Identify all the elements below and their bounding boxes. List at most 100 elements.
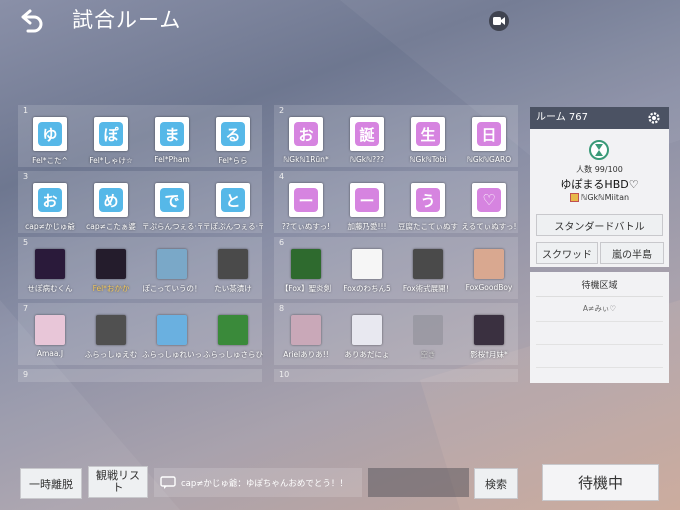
mode-button[interactable]: スタンダードバトル (536, 214, 663, 236)
chat-bar[interactable]: cap≠かじゅ爺：ゆぽちゃんおめでとう！！ (154, 468, 362, 497)
team-panel: 7 Amaa.J ふらっしゅえむふらっしゅれいっふらっしゅさらひめ (18, 303, 263, 365)
avatar: う (411, 183, 445, 217)
player-name: Foxのわちん5 (343, 284, 391, 293)
player-slot[interactable]: ♡ えるてぃぬすっ! (459, 183, 519, 232)
avatar: め (94, 183, 128, 217)
back-button[interactable] (16, 8, 46, 34)
player-name: 加藤乃愛!!! (347, 222, 387, 231)
player-slot[interactable]: 影桜†月妹* (459, 315, 519, 360)
player-slot[interactable]: ー加藤乃愛!!! (337, 183, 397, 232)
player-slot[interactable]: ふらっしゅれいっ (142, 315, 202, 360)
player-name: ふらっしゅさらひめ (203, 350, 263, 359)
player-name: Fel*おかか (92, 284, 130, 293)
squad-button[interactable]: スクワッド (536, 242, 598, 264)
avatar-character: 誕 (355, 122, 379, 146)
avatar: ま (155, 117, 189, 151)
player-slot[interactable]: ふらっしゅさらひめ (203, 315, 263, 360)
player-slot[interactable]: Fox術式展開！ (398, 249, 458, 294)
player-slot[interactable]: 誕 ℕGkℕ??? (337, 117, 397, 164)
player-slot[interactable]: FoxGoodBoy (459, 249, 519, 292)
host-name: ℕGkℕMiitan (580, 193, 630, 202)
team-number: 10 (279, 370, 290, 379)
player-slot[interactable]: め cap≠こたぁ婆 (81, 183, 141, 232)
player-slot[interactable]: る Fel*らら (203, 117, 263, 166)
team-panel: 5 せぽ病むくん Fel*おかか ぽこっていうの！ たい茶漬け (18, 237, 262, 299)
leave-button[interactable]: 一時離脱 (20, 468, 82, 499)
player-slot[interactable]: 【Fox】聖炎剣 (276, 249, 336, 294)
player-slot[interactable]: ふらっしゅえむ (81, 315, 141, 360)
player-name: Fel*しゃけ☆ (89, 156, 133, 165)
record-button[interactable] (489, 11, 509, 31)
avatar-character: め (99, 188, 123, 212)
team-number: 1 (23, 106, 29, 115)
ready-button[interactable]: 待機中 (542, 464, 659, 501)
avatar: と (216, 183, 250, 217)
avatar: ぽ (94, 117, 128, 151)
player-slot[interactable]: う豆腐たこてぃぬすっ! (398, 183, 458, 232)
chat-message: cap≠かじゅ爺：ゆぽちゃんおめでとう！！ (181, 478, 348, 489)
player-slot[interactable]: Amaa.J (20, 315, 80, 358)
avatar (157, 315, 187, 345)
room-info-panel: ルーム 767 人数 99/100 ゆぽまるHBD♡ ℕGkℕMiitan スタ… (530, 107, 669, 267)
team-panel: 3 お cap≠かじゅ爺め cap≠こたぁ婆で〒ぷらんつぇる·〒と〒ぽぷんつぇる·〒 (18, 171, 263, 233)
player-slot[interactable]: ぽこっていうの！ (142, 249, 202, 294)
player-slot[interactable]: ゆ Fel*こた^ (20, 117, 80, 166)
avatar (218, 315, 248, 345)
empty-slot[interactable]: 空き (398, 315, 458, 360)
waiting-player[interactable]: A≠みぃ♡ (530, 303, 669, 314)
search-input[interactable] (368, 468, 469, 497)
player-slot[interactable]: で〒ぷらんつぇる·〒 (142, 183, 202, 232)
player-slot[interactable]: せぽ病むくん (20, 249, 80, 294)
avatar-character: ま (160, 122, 184, 146)
team-number: 2 (279, 106, 285, 115)
player-name: ふらっしゅえむ (84, 350, 138, 359)
avatar: 日 (472, 117, 506, 151)
avatar-character: ー (294, 188, 318, 212)
player-slot[interactable]: Foxのわちん5 (337, 249, 397, 294)
waiting-area-panel: 待機区域 A≠みぃ♡ (530, 272, 669, 383)
player-slot[interactable]: ま Fel*Pham (142, 117, 202, 164)
player-slot[interactable]: ー ??てぃぬすっ! (276, 183, 336, 232)
avatar: ゆ (33, 117, 67, 151)
player-slot[interactable]: 生 ℕGkℕTobi (398, 117, 458, 164)
player-slot[interactable]: お cap≠かじゅ爺 (20, 183, 80, 232)
gear-icon[interactable] (647, 111, 661, 125)
player-name: 〒ぽぷんつぇる·〒 (203, 222, 263, 231)
host-badge-icon (569, 193, 579, 202)
player-slot[interactable]: ありあだにょ (337, 315, 397, 360)
player-name: Fel*こた^ (32, 156, 68, 165)
avatar (157, 249, 187, 279)
team-panel: 1 ゆ Fel*こた^ ぽ Fel*しゃけ☆ ま Fel*Pham る Fel*らら (18, 105, 262, 167)
team-panel: 8 Arielありあ!! ありあだにょ 空き 影桜†月妹* (274, 303, 518, 365)
player-slot[interactable]: と〒ぽぷんつぇる·〒 (203, 183, 263, 232)
avatar: ー (289, 183, 323, 217)
avatar-character: ♡ (477, 188, 501, 212)
player-name: Arielありあ!! (283, 350, 329, 359)
player-slot[interactable]: お ℕGkℕ1Rūn* (276, 117, 336, 164)
player-name: Amaa.J (36, 349, 64, 358)
player-slot[interactable]: Arielありあ!! (276, 315, 336, 360)
player-slot[interactable]: ぽ Fel*しゃけ☆ (81, 117, 141, 166)
chat-bubble-icon (160, 475, 176, 489)
spectate-list-button[interactable]: 観戦リスト (88, 466, 148, 498)
player-count: 人数 99/100 (576, 165, 623, 174)
team-panel: 9 (18, 369, 262, 382)
player-name: ぽこっていうの！ (142, 284, 202, 293)
avatar (291, 249, 321, 279)
player-slot[interactable]: 日 ℕGkℕGARO (459, 117, 519, 164)
player-name: えるてぃぬすっ! (461, 222, 517, 231)
team-number: 4 (279, 172, 285, 181)
avatar (35, 249, 65, 279)
search-button[interactable]: 検索 (474, 468, 518, 499)
player-slot[interactable]: たい茶漬け (203, 249, 263, 294)
avatar-character: 日 (477, 122, 501, 146)
player-name: ふらっしゅれいっ (142, 350, 202, 359)
player-name: ℕGkℕGARO (466, 155, 512, 164)
map-button[interactable]: 嵐の半島 (600, 242, 664, 264)
player-name: 〒ぷらんつぇる·〒 (142, 222, 202, 231)
avatar (352, 315, 382, 345)
avatar-character: で (160, 188, 184, 212)
player-slot[interactable]: Fel*おかか (81, 249, 141, 294)
player-name: 空き (420, 350, 436, 359)
avatar-character: お (38, 188, 62, 212)
